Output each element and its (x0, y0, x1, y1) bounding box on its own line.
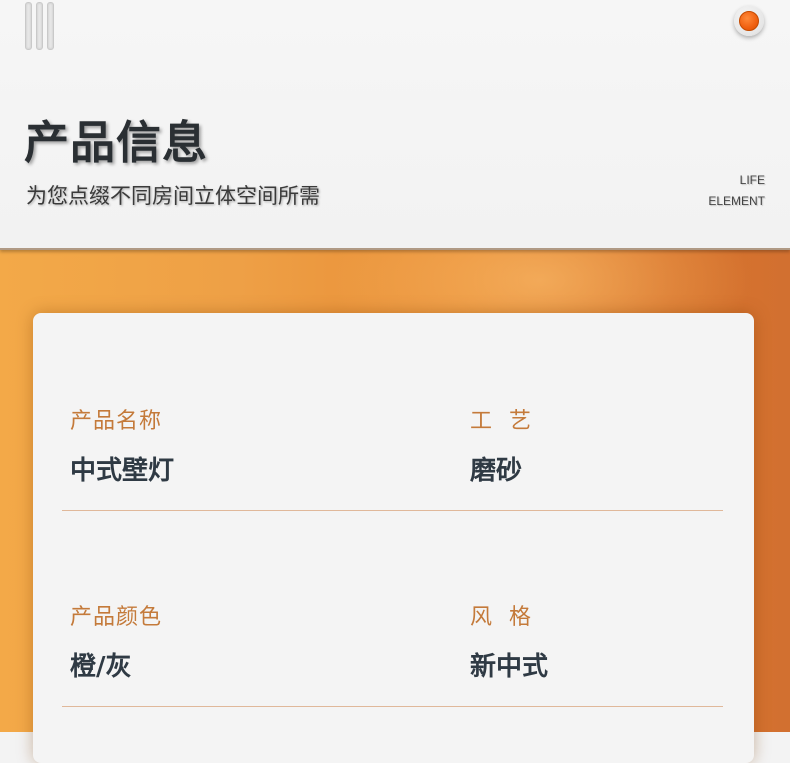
product-name-label: 产品名称 (70, 409, 163, 434)
brand-tagline: LIFE ELEMENT (708, 170, 765, 212)
craft-value: 磨砂 (470, 456, 523, 486)
row-divider (62, 510, 723, 511)
orange-dot-icon[interactable] (734, 6, 764, 36)
page-subtitle: 为您点缀不同房间立体空间所需 (26, 184, 320, 208)
product-name-value: 中式壁灯 (70, 456, 175, 486)
header: 产品信息 为您点缀不同房间立体空间所需 LIFE ELEMENT (0, 0, 790, 250)
tagline-line-1: LIFE (739, 173, 765, 187)
tagline-line-2: ELEMENT (708, 194, 765, 208)
product-color-value: 橙/灰 (70, 652, 132, 682)
menu-bar (25, 2, 32, 50)
row-divider (62, 706, 723, 707)
menu-bar (36, 2, 43, 50)
product-color-label: 产品颜色 (70, 605, 163, 630)
page-title: 产品信息 (24, 116, 209, 169)
craft-label: 工 艺 (470, 409, 532, 434)
menu-icon[interactable] (22, 2, 58, 50)
menu-bar (47, 2, 54, 50)
style-value: 新中式 (470, 652, 549, 682)
style-label: 风 格 (470, 605, 532, 630)
product-info-card: 产品名称 中式壁灯 工 艺 磨砂 产品颜色 橙/灰 风 格 新中式 (33, 313, 754, 763)
